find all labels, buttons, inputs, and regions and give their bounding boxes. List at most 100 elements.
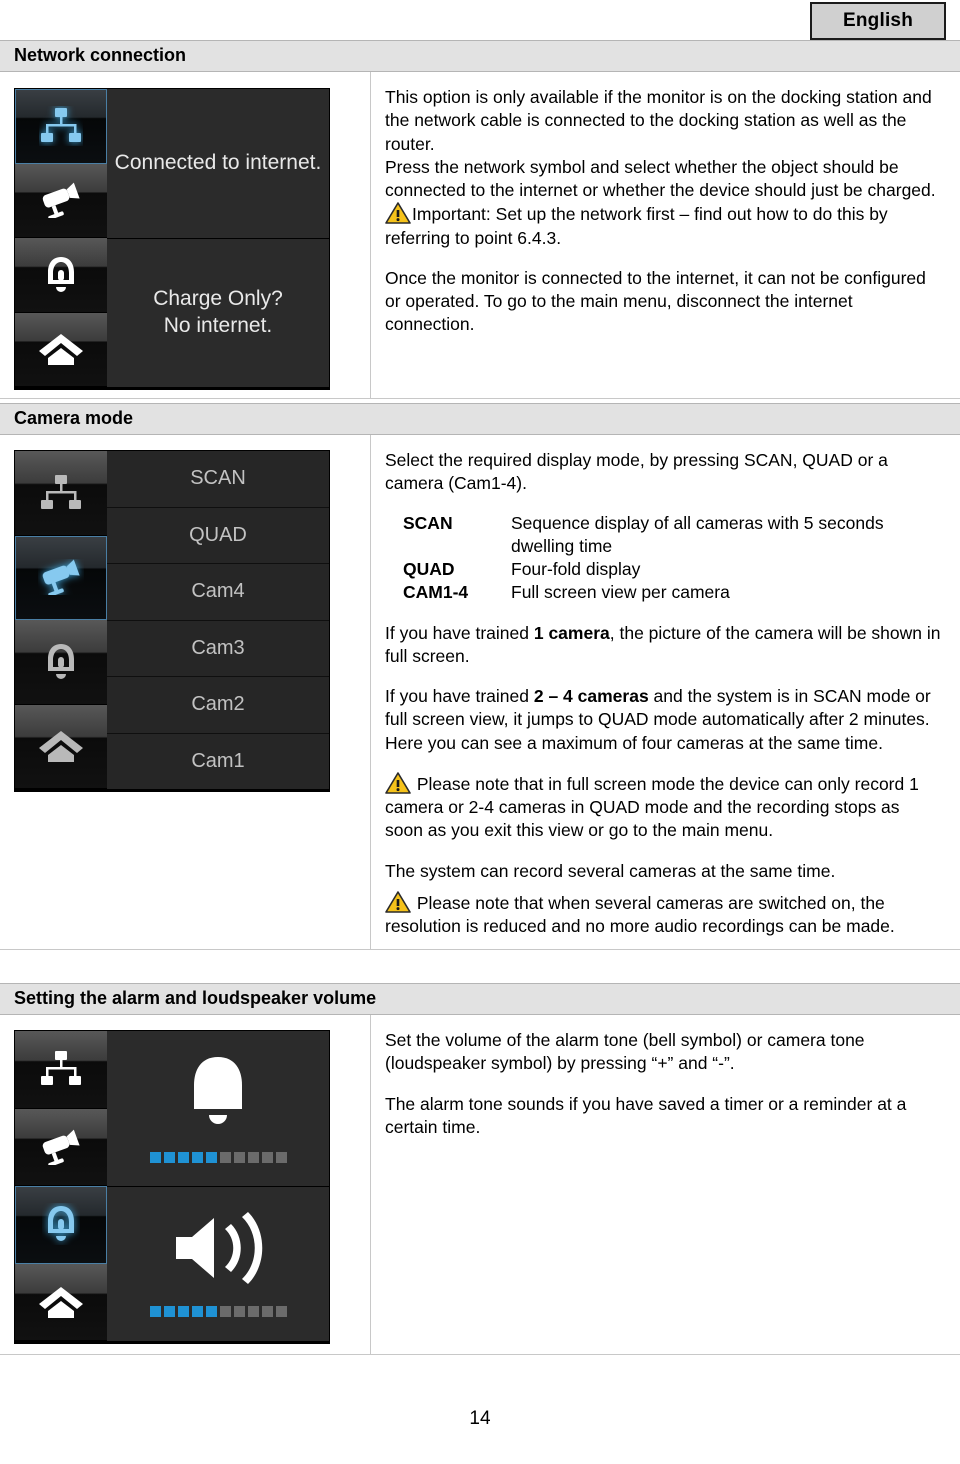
definition-desc: Full screen view per camera [511, 582, 730, 603]
sidebar-item-home[interactable] [15, 704, 107, 789]
network-device-screen: Connected to internet. Charge Only? No i… [14, 88, 330, 388]
home-icon [38, 332, 84, 366]
section-title-camera-mode: Camera mode [14, 408, 134, 428]
sidebar-item-alarm[interactable] [15, 620, 107, 705]
definition-row: CAM1-4 Full screen view per camera [403, 581, 942, 604]
camera-warning-2: Please note that when several cameras ar… [385, 891, 942, 939]
speaker-volume-pane[interactable] [107, 1185, 329, 1341]
volume-screen-main [107, 1031, 329, 1341]
camera-mode-item-label: Cam4 [191, 580, 245, 603]
sidebar-item-camera[interactable] [15, 163, 107, 238]
definition-row: SCAN Sequence display of all cameras wit… [403, 512, 942, 559]
warning-triangle-icon [385, 891, 411, 914]
network-icon [39, 473, 83, 513]
volume-segment [177, 1305, 189, 1317]
section-title-volume: Setting the alarm and loudspeaker volume [14, 988, 377, 1008]
sidebar-item-camera[interactable] [15, 535, 107, 620]
language-badge[interactable]: English [810, 2, 946, 40]
definition-term: SCAN [403, 512, 453, 533]
section-title-network: Network connection [14, 45, 187, 65]
speaker-volume-bar[interactable] [149, 1305, 287, 1317]
camera-icon [38, 182, 84, 219]
sidebar-item-home[interactable] [15, 312, 107, 387]
section-header-volume: Setting the alarm and loudspeaker volume [0, 983, 960, 1015]
list-item[interactable]: Cam2 [107, 677, 329, 734]
warning-triangle-icon [385, 772, 411, 795]
list-item[interactable]: QUAD [107, 507, 329, 564]
sidebar-item-alarm[interactable] [15, 1186, 107, 1264]
volume-segment [149, 1152, 161, 1164]
volume-segment [247, 1305, 259, 1317]
volume-segment [219, 1152, 231, 1164]
section-header-network: Network connection [0, 40, 960, 72]
network-screen-main: Connected to internet. Charge Only? No i… [107, 89, 329, 387]
volume-segment [149, 1305, 161, 1317]
network-paragraph-1: This option is only available if the mon… [385, 87, 932, 154]
volume-segment [191, 1152, 203, 1164]
camera-device-screen: SCAN QUAD Cam4 Cam3 Cam2 Cam1 [14, 450, 330, 790]
camera-screen-cell: SCAN QUAD Cam4 Cam3 Cam2 Cam1 [0, 435, 371, 949]
sidebar-item-alarm[interactable] [15, 238, 107, 313]
list-item[interactable]: Cam1 [107, 733, 329, 789]
sidebar-item-network[interactable] [15, 1031, 107, 1109]
network-paragraph-2: Press the network symbol and select whet… [385, 156, 936, 201]
volume-segment [219, 1305, 231, 1317]
camera-trained-one: If you have trained 1 camera, the pictur… [385, 622, 942, 669]
connect-internet-label: Connected to internet. [114, 150, 322, 174]
bell-icon [42, 1203, 80, 1245]
alarm-volume-bar[interactable] [149, 1152, 287, 1164]
section-volume: Setting the alarm and loudspeaker volume [0, 983, 960, 1355]
volume-segment [233, 1305, 245, 1317]
list-item[interactable]: SCAN [107, 451, 329, 508]
charge-only-label-1: Charge Only? [153, 286, 283, 310]
sidebar-item-home[interactable] [15, 1263, 107, 1341]
definition-term: CAM1-4 [403, 582, 469, 603]
document-page: English Network connection Connected to … [0, 0, 960, 1464]
volume-device-screen [14, 1030, 330, 1342]
camera-mode-item-label: Cam1 [191, 749, 245, 772]
volume-segment [163, 1305, 175, 1317]
camera-screen-main: SCAN QUAD Cam4 Cam3 Cam2 Cam1 [107, 451, 329, 789]
camera-warning-1: Please note that in full screen mode the… [385, 772, 942, 843]
definition-desc: Four-fold display [511, 559, 641, 580]
device-sidebar-network [15, 89, 107, 387]
volume-screen-cell [0, 1015, 371, 1354]
section-camera-mode: Camera mode SCAN QUAD Cam4 Cam3 Cam2 Cam… [0, 403, 960, 950]
connect-internet-option[interactable]: Connected to internet. [107, 89, 329, 238]
section-body-volume: Set the volume of the alarm tone (bell s… [0, 1015, 960, 1355]
volume-paragraph-1: Set the volume of the alarm tone (bell s… [385, 1030, 865, 1074]
section-body-network: Connected to internet. Charge Only? No i… [0, 72, 960, 399]
charge-only-option[interactable]: Charge Only? No internet. [107, 237, 329, 387]
alarm-volume-pane[interactable] [107, 1031, 329, 1186]
speaker-icon [170, 1211, 266, 1290]
camera-middle-note: The system can record several cameras at… [385, 860, 836, 881]
sidebar-item-camera[interactable] [15, 1108, 107, 1186]
section-body-camera-mode: SCAN QUAD Cam4 Cam3 Cam2 Cam1 Select the… [0, 435, 960, 950]
home-icon [38, 1285, 84, 1319]
section-header-camera-mode: Camera mode [0, 403, 960, 435]
volume-segment [205, 1305, 217, 1317]
volume-segment [177, 1152, 189, 1164]
sidebar-item-network[interactable] [15, 89, 107, 164]
trained-many-pre: If you have trained [385, 686, 534, 707]
home-icon [38, 729, 84, 763]
volume-paragraph-2: The alarm tone sounds if you have saved … [385, 1093, 907, 1137]
network-text-cell: This option is only available if the mon… [371, 72, 960, 398]
network-icon [39, 1049, 83, 1089]
sidebar-item-network[interactable] [15, 451, 107, 536]
volume-segment [261, 1152, 273, 1164]
language-badge-label: English [842, 10, 913, 31]
network-paragraph-3: Once the monitor is connected to the int… [385, 267, 926, 335]
network-warning: Important: Set up the network first – fi… [385, 202, 942, 250]
list-item[interactable]: Cam4 [107, 564, 329, 621]
camera-warning-2-text: Please note that when several cameras ar… [385, 892, 895, 937]
trained-one-pre: If you have trained [385, 622, 534, 643]
trained-one-bold: 1 camera [533, 622, 610, 643]
list-item[interactable]: Cam3 [107, 620, 329, 677]
volume-segment [275, 1152, 287, 1164]
volume-segment [191, 1305, 203, 1317]
bell-icon [183, 1053, 253, 1136]
volume-segment [233, 1152, 245, 1164]
trained-many-bold: 2 – 4 cameras [533, 686, 649, 707]
bell-icon [42, 254, 80, 296]
